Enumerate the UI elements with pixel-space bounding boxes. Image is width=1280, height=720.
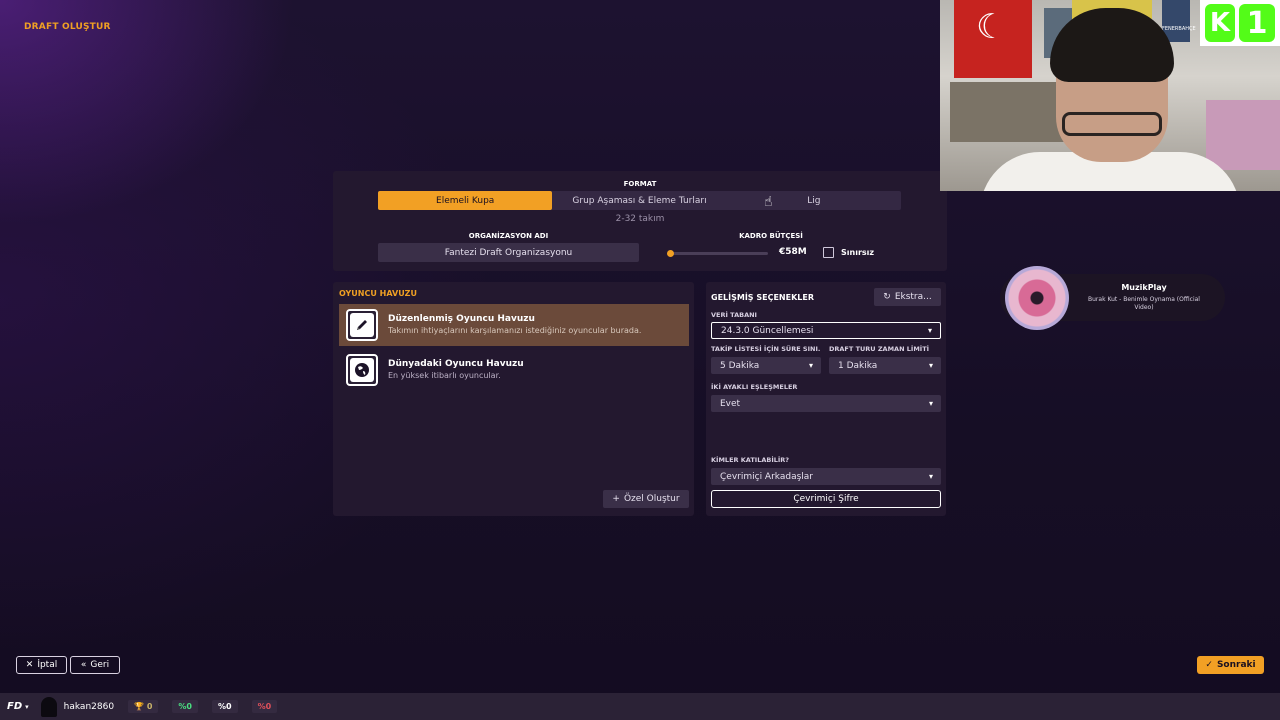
two-legged-label: İKİ AYAKLI EŞLEŞMELER — [711, 383, 798, 391]
unlimited-toggle[interactable]: Sınırsız — [823, 247, 874, 258]
draft-time-value: 1 Dakika — [838, 360, 878, 371]
next-button[interactable]: ✓ Sonraki — [1197, 656, 1264, 674]
badge-letter: K — [1205, 4, 1235, 42]
badge-number: 1 — [1239, 4, 1275, 42]
draft-time-dropdown[interactable]: 1 Dakika ▾ — [829, 357, 941, 374]
hand-cursor-icon: ☝ — [764, 194, 773, 210]
music-widget-title: MuzikPlay — [1121, 283, 1167, 292]
database-dropdown[interactable]: 24.3.0 Güncellemesi ▾ — [711, 322, 941, 339]
channel-badge: K 1 — [1200, 0, 1280, 46]
format-selector: Elemeli Kupa Grup Aşaması & Eleme Turlar… — [378, 191, 901, 210]
budget-slider[interactable] — [667, 250, 768, 257]
pool-item-name: Düzenlenmiş Oyuncu Havuzu — [388, 314, 535, 324]
loss-percentage: %0 — [251, 700, 278, 713]
pencil-icon — [346, 309, 378, 341]
glasses — [1062, 112, 1162, 136]
check-icon: ✓ — [1205, 660, 1213, 670]
globe-icon — [346, 354, 378, 386]
watchlist-time-dropdown[interactable]: 5 Dakika ▾ — [711, 357, 821, 374]
chevron-down-icon: ▾ — [928, 361, 933, 370]
format-label: FORMAT — [623, 180, 657, 188]
player-pool-panel: OYUNCU HAVUZU Düzenlenmiş Oyuncu Havuzu … — [333, 282, 694, 516]
refresh-icon: ↻ — [883, 292, 891, 302]
database-value: 24.3.0 Güncellemesi — [721, 325, 814, 336]
budget-label: KADRO BÜTÇESİ — [739, 232, 803, 240]
who-can-join-label: KİMLER KATILABİLİR? — [711, 456, 790, 464]
unlimited-checkbox[interactable] — [823, 247, 834, 258]
pool-item-desc: En yüksek itibarlı oyuncular. — [388, 371, 501, 380]
pool-item-world[interactable]: Dünyadaki Oyuncu Havuzu En yüksek itibar… — [339, 349, 689, 391]
pool-item-desc: Takımın ihtiyaçlarını karşılamanızı iste… — [388, 326, 642, 335]
cancel-button[interactable]: ✕ İptal — [16, 656, 67, 674]
watchlist-time-value: 5 Dakika — [720, 360, 760, 371]
budget-slider-thumb[interactable] — [667, 250, 674, 257]
watchlist-time-label: TAKİP LİSTESİ İÇİN SÜRE SINI... — [711, 345, 821, 353]
online-password-button[interactable]: Çevrimiçi Şifre — [711, 490, 941, 508]
fd-logo: FD — [7, 701, 23, 712]
music-widget-song: Burak Kut - Benimle Oynama (Official Vid… — [1088, 296, 1200, 311]
win-percentage: %0 — [172, 700, 198, 713]
bed — [1206, 100, 1280, 170]
status-bar: FD ▾ hakan2860 🏆 0 %0 %0 %0 — [0, 693, 1280, 720]
plus-icon: + — [612, 494, 620, 504]
extra-button[interactable]: ↻ Ekstra... — [874, 288, 941, 306]
unlimited-label: Sınırsız — [841, 248, 875, 257]
chevron-down-icon: ▾ — [928, 399, 933, 408]
next-label: Sonraki — [1216, 660, 1256, 670]
who-can-join-dropdown[interactable]: Çevrimiçi Arkadaşlar ▾ — [711, 468, 941, 485]
extra-button-label: Ekstra... — [894, 292, 932, 302]
two-legged-value: Evet — [720, 398, 741, 409]
advanced-options-panel: GELİŞMİŞ SEÇENEKLER ↻ Ekstra... VERİ TAB… — [706, 282, 946, 516]
username: hakan2860 — [63, 701, 115, 712]
shelf — [950, 82, 1070, 142]
create-custom-label: Özel Oluştur — [623, 494, 680, 504]
chevron-down-icon: ▾ — [928, 472, 933, 481]
trophy-count: 0 — [146, 702, 153, 711]
format-option-group-stage[interactable]: Grup Aşaması & Eleme Turları — [552, 191, 726, 210]
organization-label: ORGANİZASYON ADI — [468, 232, 549, 240]
trophy-icon: 🏆 — [134, 702, 145, 711]
turkish-flag: ☾ — [954, 0, 1032, 78]
cancel-label: İptal — [37, 660, 58, 670]
budget-value: €58M — [779, 247, 807, 257]
format-panel: FORMAT Elemeli Kupa Grup Aşaması & Eleme… — [333, 171, 947, 271]
create-custom-button[interactable]: + Özel Oluştur — [603, 490, 689, 508]
who-can-join-value: Çevrimiçi Arkadaşlar — [720, 471, 813, 482]
chevron-down-icon: ▾ — [808, 361, 813, 370]
organization-name-input[interactable] — [378, 243, 639, 262]
music-widget: MuzikPlay Burak Kut - Benimle Oynama (Of… — [1000, 266, 1225, 330]
double-chevron-left-icon: « — [80, 660, 87, 670]
draw-percentage: %0 — [212, 700, 238, 713]
format-option-league[interactable]: Lig — [727, 191, 901, 210]
format-option-knockout-cup[interactable]: Elemeli Kupa — [378, 191, 553, 210]
player-pool-title: OYUNCU HAVUZU — [339, 289, 417, 298]
team-range-text: 2-32 takım — [615, 214, 665, 224]
database-label: VERİ TABANI — [711, 311, 757, 319]
back-label: Geri — [90, 660, 110, 670]
screen-title: DRAFT OLUŞTUR — [24, 22, 111, 32]
album-disc-icon — [1005, 266, 1069, 330]
advanced-options-title: GELİŞMİŞ SEÇENEKLER — [711, 293, 814, 302]
chevron-down-icon: ▾ — [927, 326, 932, 335]
webcam-overlay: ☾ FENERBAHÇE K 1 — [940, 0, 1280, 191]
fd-logo-menu[interactable]: FD ▾ — [7, 701, 29, 712]
draft-time-label: DRAFT TURU ZAMAN LİMİTİ — [829, 345, 930, 353]
chevron-down-icon: ▾ — [25, 702, 29, 711]
two-legged-dropdown[interactable]: Evet ▾ — [711, 395, 941, 412]
pool-item-curated[interactable]: Düzenlenmiş Oyuncu Havuzu Takımın ihtiya… — [339, 304, 689, 346]
back-button[interactable]: « Geri — [70, 656, 120, 674]
avatar — [40, 696, 57, 717]
close-icon: ✕ — [25, 660, 34, 670]
pool-item-name: Dünyadaki Oyuncu Havuzu — [388, 359, 524, 369]
trophy-stat: 🏆 0 — [128, 700, 159, 713]
